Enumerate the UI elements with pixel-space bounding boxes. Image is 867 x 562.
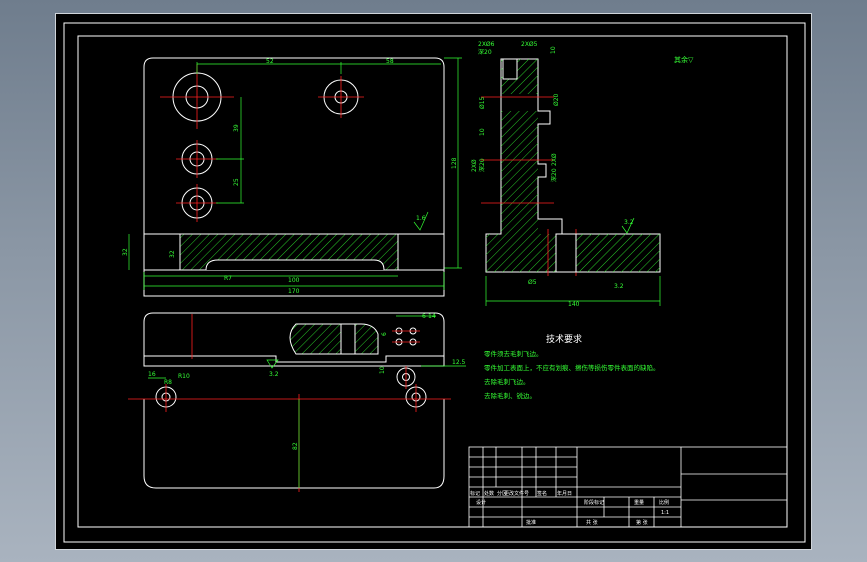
tech-line-4: 去除毛刺、锐边。 — [484, 391, 536, 400]
dim-25: 25 — [233, 178, 240, 186]
dim-6: 6 — [381, 332, 388, 336]
bottom-bore — [340, 323, 356, 355]
dim-d15: Ø15 — [479, 96, 486, 109]
engineering-drawing: 52 58 39 25 128 1.6 32 32 100 170 R7 2XØ… — [63, 22, 806, 543]
section-slot — [205, 259, 385, 271]
outer-frame — [63, 22, 806, 543]
dim-r10: R10 — [178, 373, 190, 380]
dim-128: 128 — [451, 157, 458, 169]
dim-r8: R8 — [164, 379, 172, 386]
dim-100: 100 — [288, 277, 300, 284]
side-view: 2XØ6 深20 2XØ5 10 Ø15 Ø20 2XØ 深20 10 2XØ … — [471, 41, 694, 308]
tech-title: 技术要求 — [546, 333, 582, 345]
tb-doc: 更改文件号 — [504, 490, 529, 497]
dim-14: 14 — [428, 313, 436, 320]
dim-32-inner: 32 — [169, 250, 176, 258]
dim-12.5: 12.5 — [452, 359, 466, 366]
dim-58: 58 — [386, 58, 394, 65]
tech-line-1: 零件须去毛刺飞边。 — [484, 349, 543, 358]
dim-2x6: 2XØ6 — [478, 41, 495, 48]
top-view: 52 58 39 25 128 1.6 32 32 100 170 R7 — [122, 57, 462, 297]
other-roughness-note: 其余▽ — [674, 55, 694, 64]
side-slot-top — [502, 58, 518, 80]
dim-10-left: 10 — [479, 128, 486, 136]
dim-r7: R7 — [224, 275, 232, 282]
dim-d20: Ø20 — [553, 93, 560, 106]
roughness-3.2-bottom: 3.2 — [269, 371, 279, 378]
dim-10-top: 10 — [550, 46, 557, 54]
dim-left-deep: 深20 — [478, 158, 486, 172]
dim-32-left: 32 — [122, 248, 129, 256]
tech-line-2: 零件加工表面上，不应有划痕、擦伤等损伤零件表面的缺陷。 — [484, 363, 660, 372]
bottom-upper-step — [144, 355, 444, 363]
dim-82: 82 — [292, 442, 299, 450]
tb-sheet: 共 张 — [586, 519, 598, 526]
title-block — [468, 446, 788, 528]
dim-52: 52 — [266, 58, 274, 65]
tb-approve: 批准 — [526, 519, 536, 526]
tb-count: 处数 — [484, 490, 494, 497]
tb-scale: 1:1 — [661, 510, 669, 516]
tb-stage: 阶段标记 — [584, 499, 604, 506]
dim-10-bottom: 10 — [379, 366, 386, 374]
tech-line-3: 去除毛刺飞边。 — [484, 377, 530, 386]
dim-6b: 6 — [422, 313, 426, 320]
dim-right-2x: 2XØ — [551, 153, 558, 166]
dim-deep20-top: 深20 — [478, 48, 492, 56]
dim-right-deep: 深20 — [550, 168, 558, 182]
tb-sign: 签名 — [537, 490, 547, 497]
dim-left-2x: 2XØ — [471, 159, 478, 172]
tb-design: 设计 — [476, 499, 486, 506]
tb-weight: 重量 — [634, 499, 644, 506]
dim-16: 16 — [148, 371, 156, 378]
tech-requirements: 技术要求 零件须去毛刺飞边。 零件加工表面上，不应有划痕、擦伤等损伤零件表面的缺… — [484, 333, 660, 400]
tb-mark: 标记 — [470, 490, 480, 497]
section-right-step — [397, 233, 445, 271]
dim-d5: Ø5 — [528, 279, 537, 286]
title-block-text: 标记 处数 分区 更改文件号 签名 年月日 设计 批准 阶段标记 重量 比例 1… — [470, 490, 669, 526]
roughness-3.2-base: 3.2 — [614, 283, 624, 290]
dim-2x5: 2XØ5 — [521, 41, 538, 48]
side-hatch-column — [501, 111, 538, 234]
dim-39: 39 — [233, 124, 240, 132]
bottom-hatch-area — [289, 323, 379, 355]
dim-170: 170 — [288, 288, 300, 295]
bottom-view: 16 R10 R8 82 3.2 10 12.5 6 6 14 — [128, 312, 466, 492]
cad-viewport[interactable]: 52 58 39 25 128 1.6 32 32 100 170 R7 2XØ… — [55, 13, 812, 550]
tb-scale-label: 比例 — [659, 499, 669, 506]
tb-sheet2: 第 张 — [636, 519, 648, 526]
tb-date: 年月日 — [557, 490, 572, 497]
dim-140: 140 — [568, 301, 580, 308]
